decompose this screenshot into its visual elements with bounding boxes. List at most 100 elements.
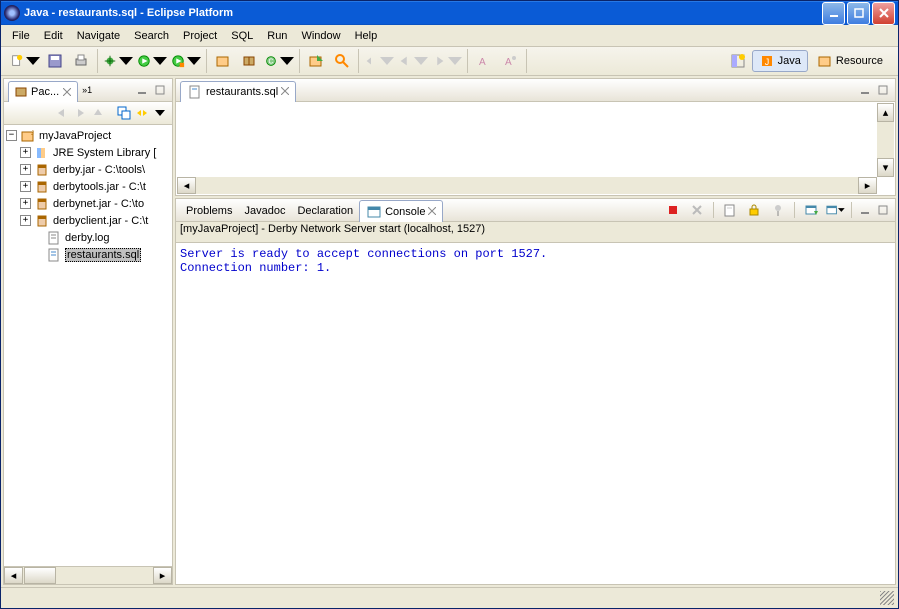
titlebar: Java - restaurants.sql - Eclipse Platfor… <box>1 1 898 25</box>
resource-persp-label: Resource <box>836 55 883 67</box>
last-edit-button[interactable] <box>363 49 395 73</box>
view-menu-button[interactable] <box>152 105 168 121</box>
menu-file[interactable]: File <box>5 28 37 44</box>
maximize-button[interactable] <box>847 2 870 25</box>
close-console-button[interactable] <box>428 206 436 218</box>
derbynet-jar-node[interactable]: + derbynet.jar - C:\to <box>6 195 170 212</box>
package-explorer-tab[interactable]: Pac... <box>8 81 78 102</box>
restaurants-label: restaurants.sql <box>65 248 141 262</box>
close-view-button[interactable] <box>61 86 73 98</box>
menu-search[interactable]: Search <box>127 28 176 44</box>
remove-launch-button[interactable] <box>686 200 708 220</box>
minimize-editor-button[interactable] <box>857 82 873 98</box>
open-type-button[interactable] <box>304 49 328 73</box>
menu-sql[interactable]: SQL <box>224 28 260 44</box>
editor-vscrollbar[interactable]: ▴ ▾ <box>877 103 894 177</box>
expand-icon[interactable]: + <box>20 164 31 175</box>
open-console-button[interactable] <box>824 200 846 220</box>
scroll-down-button[interactable]: ▾ <box>877 158 894 177</box>
jar-icon <box>34 196 50 212</box>
derby-log-node[interactable]: derby.log <box>6 229 170 246</box>
close-button[interactable] <box>872 2 895 25</box>
expand-icon[interactable]: + <box>20 147 31 158</box>
derbyclient-jar-node[interactable]: + derbyclient.jar - C:\t <box>6 212 170 229</box>
collapse-all-button[interactable] <box>116 105 132 121</box>
maximize-editor-button[interactable] <box>875 82 891 98</box>
library-icon <box>34 145 50 161</box>
tree-scrollbar[interactable]: ◂ ▸ <box>3 567 173 585</box>
derby-jar-node[interactable]: + derby.jar - C:\tools\ <box>6 161 170 178</box>
back-nav-button[interactable] <box>54 105 70 121</box>
pin-console-button[interactable] <box>767 200 789 220</box>
javadoc-tab[interactable]: Javadoc <box>238 200 291 222</box>
terminate-button[interactable] <box>662 200 684 220</box>
clear-console-button[interactable] <box>719 200 741 220</box>
search-button[interactable] <box>330 49 354 73</box>
console-tab[interactable]: Console <box>359 200 443 223</box>
editor-tab-restaurants[interactable]: restaurants.sql <box>180 81 296 102</box>
scroll-up-button[interactable]: ▴ <box>877 103 894 122</box>
tool-a-button[interactable]: A <box>472 49 496 73</box>
minimize-console-button[interactable] <box>857 202 873 218</box>
collapse-icon[interactable]: − <box>6 130 17 141</box>
resize-grip[interactable] <box>880 591 894 605</box>
menu-project[interactable]: Project <box>176 28 224 44</box>
expand-icon[interactable]: + <box>20 181 31 192</box>
restaurants-sql-node[interactable]: restaurants.sql <box>6 246 170 263</box>
bottom-tabs: Problems Javadoc Declaration Console <box>175 198 896 222</box>
external-tools-button[interactable] <box>170 49 202 73</box>
forward-button[interactable] <box>431 49 463 73</box>
project-node[interactable]: − J myJavaProject <box>6 127 170 144</box>
view-overflow[interactable]: »1 <box>82 85 92 95</box>
file-icon <box>46 230 62 246</box>
new-package-button[interactable] <box>237 49 261 73</box>
menu-run[interactable]: Run <box>260 28 294 44</box>
package-explorer-toolbar <box>3 102 173 125</box>
scroll-lock-button[interactable] <box>743 200 765 220</box>
run-button[interactable] <box>136 49 168 73</box>
expand-icon[interactable]: + <box>20 198 31 209</box>
scroll-left-button[interactable]: ◂ <box>177 177 196 194</box>
menu-edit[interactable]: Edit <box>37 28 70 44</box>
new-class-button[interactable]: C <box>263 49 295 73</box>
menu-navigate[interactable]: Navigate <box>70 28 127 44</box>
scroll-right-button[interactable]: ▸ <box>153 567 172 584</box>
minimize-view-button[interactable] <box>134 82 150 98</box>
menu-help[interactable]: Help <box>348 28 385 44</box>
console-body[interactable]: Server is ready to accept connections on… <box>175 243 896 585</box>
editor-body[interactable]: ▴ ▾ ◂ ▸ <box>175 102 896 196</box>
jre-library-node[interactable]: + JRE System Library [ <box>6 144 170 161</box>
editor-hscrollbar[interactable]: ◂ ▸ <box>177 177 877 194</box>
forward-nav-button[interactable] <box>72 105 88 121</box>
close-editor-button[interactable] <box>281 86 289 98</box>
print-button[interactable] <box>69 49 93 73</box>
package-tree[interactable]: − J myJavaProject + JRE System Library [… <box>3 125 173 567</box>
minimize-button[interactable] <box>822 2 845 25</box>
sql-file-icon <box>187 84 203 100</box>
java-perspective[interactable]: JJava <box>752 50 808 72</box>
up-nav-button[interactable] <box>90 105 106 121</box>
scroll-right-button[interactable]: ▸ <box>858 177 877 194</box>
display-console-button[interactable] <box>800 200 822 220</box>
resource-perspective[interactable]: Resource <box>810 50 890 72</box>
scroll-thumb[interactable] <box>24 567 56 584</box>
open-perspective-button[interactable] <box>726 49 750 73</box>
problems-tab[interactable]: Problems <box>180 200 238 222</box>
derbytools-jar-node[interactable]: + derbytools.jar - C:\t <box>6 178 170 195</box>
save-button[interactable] <box>43 49 67 73</box>
back-button[interactable] <box>397 49 429 73</box>
new-java-project-button[interactable] <box>211 49 235 73</box>
expand-icon[interactable]: + <box>20 215 31 226</box>
menu-window[interactable]: Window <box>294 28 347 44</box>
scroll-left-button[interactable]: ◂ <box>4 567 23 584</box>
new-button[interactable] <box>9 49 41 73</box>
maximize-view-button[interactable] <box>152 82 168 98</box>
declaration-tab[interactable]: Declaration <box>291 200 359 222</box>
debug-button[interactable] <box>102 49 134 73</box>
svg-text:J: J <box>31 131 34 137</box>
maximize-console-button[interactable] <box>875 202 891 218</box>
jar-icon <box>34 213 50 229</box>
editor-tab-label: restaurants.sql <box>206 86 278 98</box>
tool-b-button[interactable]: A <box>498 49 522 73</box>
link-editor-button[interactable] <box>134 105 150 121</box>
